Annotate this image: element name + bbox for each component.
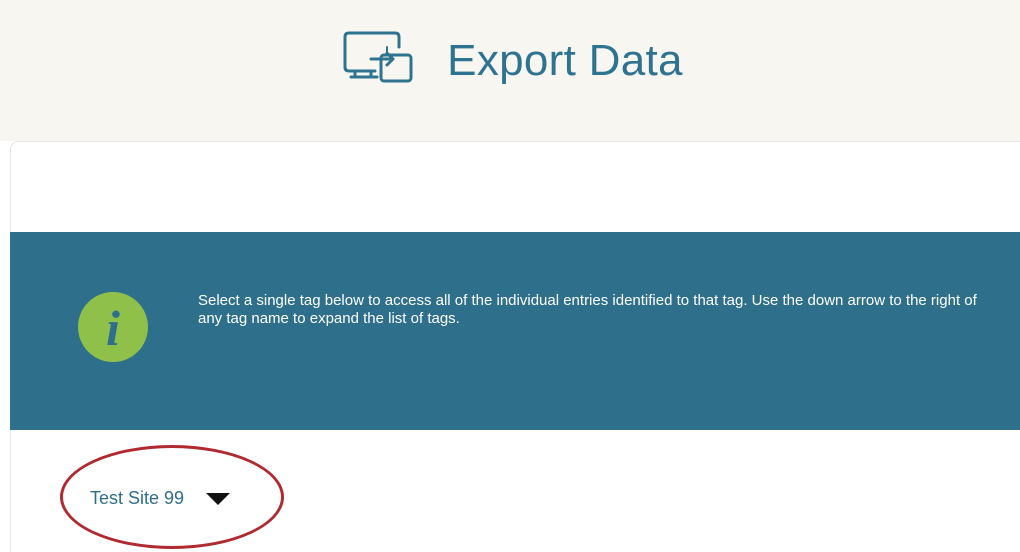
page: Export Data i Select a single tag below … — [0, 0, 1020, 552]
tag-selector[interactable]: Test Site 99 — [90, 488, 231, 509]
page-title: Export Data — [447, 36, 683, 85]
info-icon-glyph: i — [106, 300, 120, 356]
export-monitor-icon — [337, 29, 433, 93]
info-icon: i — [78, 292, 148, 362]
tag-selector-label[interactable]: Test Site 99 — [90, 488, 184, 509]
info-banner: i Select a single tag below to access al… — [10, 232, 1020, 430]
header-content: Export Data — [0, 0, 1020, 130]
info-message: Select a single tag below to access all … — [198, 292, 977, 327]
caret-down-icon[interactable] — [206, 492, 231, 505]
page-header: Export Data — [0, 0, 1020, 141]
